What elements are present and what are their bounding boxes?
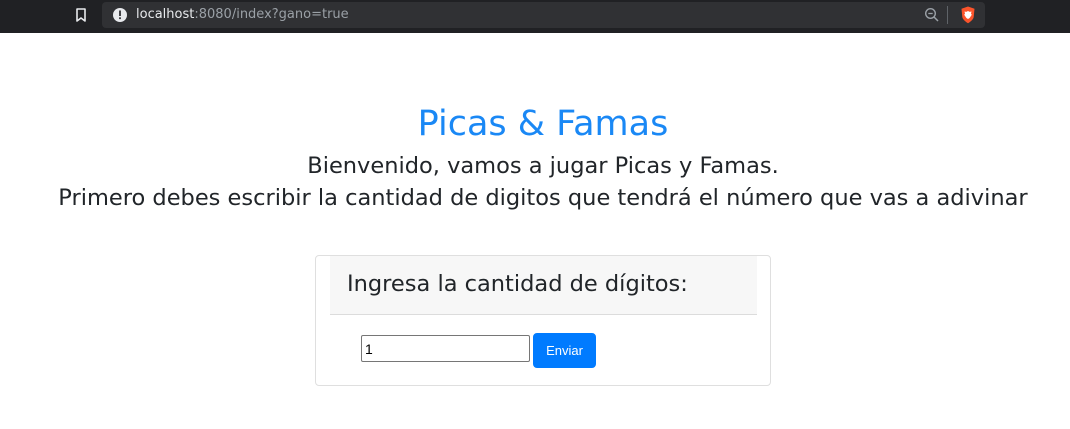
urlbar-divider xyxy=(947,6,948,24)
brave-shield-icon[interactable] xyxy=(958,5,978,25)
bookmark-icon[interactable] xyxy=(72,6,90,24)
url-path: :8080/index?gano=true xyxy=(194,7,349,22)
url-host: localhost xyxy=(136,7,195,22)
url-text[interactable]: localhost:8080/index?gano=true xyxy=(136,7,349,23)
card-header: Ingresa la cantidad de dígitos: xyxy=(330,256,757,315)
welcome-text: Bienvenido, vamos a jugar Picas y Famas. xyxy=(307,153,779,179)
address-bar[interactable]: localhost:8080/index?gano=true xyxy=(102,2,985,28)
page-title: Picas & Famas xyxy=(417,104,669,144)
submit-button[interactable]: Enviar xyxy=(533,333,596,368)
browser-toolbar: localhost:8080/index?gano=true xyxy=(0,0,1070,33)
zoom-icon[interactable] xyxy=(924,7,940,23)
site-info-icon[interactable] xyxy=(112,7,128,23)
digits-input[interactable] xyxy=(361,335,530,362)
digits-form-card: Ingresa la cantidad de dígitos: Enviar xyxy=(315,255,771,386)
card-header-title: Ingresa la cantidad de dígitos: xyxy=(347,271,688,297)
instructions-text: Primero debes escribir la cantidad de di… xyxy=(58,185,1028,211)
